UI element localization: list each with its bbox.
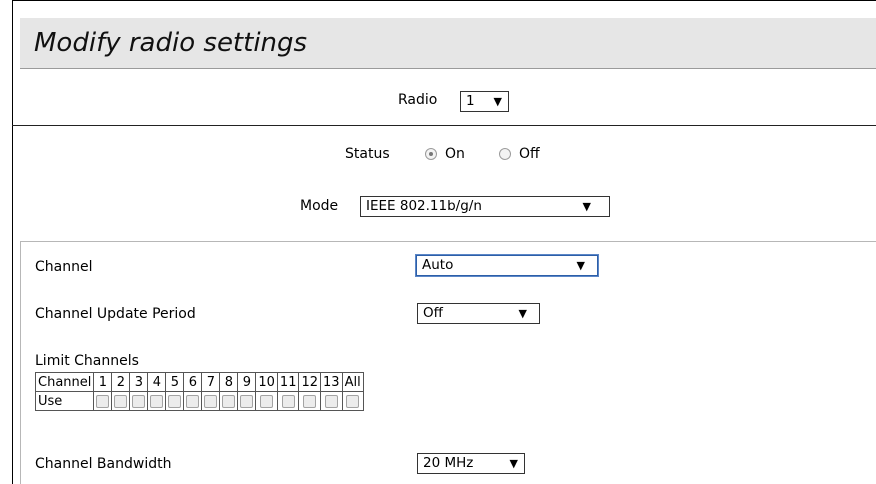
bandwidth-label: Channel Bandwidth [35, 456, 172, 472]
mode-label: Mode [300, 198, 339, 214]
status-off-radio[interactable] [499, 148, 511, 160]
channel-2-checkbox[interactable] [114, 394, 128, 408]
title-bar: Modify radio settings [20, 18, 876, 69]
dropdown-arrow-icon: ▼ [509, 457, 518, 470]
channel-number: 5 [165, 372, 185, 392]
channel-5-checkbox[interactable] [168, 394, 182, 408]
dropdown-arrow-icon: ▼ [576, 259, 585, 272]
channel-label: Channel [35, 259, 93, 275]
dropdown-arrow-icon: ▼ [493, 95, 502, 108]
channel-number: 10 [255, 372, 278, 392]
mode-select-value: IEEE 802.11b/g/n [366, 198, 482, 214]
dropdown-arrow-icon: ▼ [582, 200, 591, 213]
mode-select[interactable]: IEEE 802.11b/g/n ▼ [360, 196, 610, 217]
panel-border-top [20, 241, 876, 242]
channel-1-checkbox[interactable] [96, 394, 110, 408]
channel-3-checkbox[interactable] [132, 394, 146, 408]
channel-number: 8 [219, 372, 239, 392]
channel-number: 7 [201, 372, 221, 392]
table-row: Use [34, 391, 364, 411]
channel-number: 9 [237, 372, 257, 392]
radio-select[interactable]: 1 ▼ [460, 91, 509, 112]
channel-select-value: Auto [422, 257, 454, 273]
channel-update-select-value: Off [423, 305, 443, 321]
channel-select[interactable]: Auto ▼ [416, 255, 598, 276]
page-title: Modify radio settings [34, 28, 308, 58]
limit-channels-table: Channel 1 2 3 4 5 6 7 8 9 10 11 12 13 Al… [34, 372, 364, 411]
status-off-label: Off [519, 146, 540, 162]
channel-9-checkbox[interactable] [240, 394, 254, 408]
channel-update-select[interactable]: Off ▼ [417, 303, 540, 324]
channel-all-checkbox[interactable] [346, 394, 360, 408]
frame-border-left [12, 0, 13, 484]
channel-number: 12 [298, 372, 322, 392]
panel-border-left [20, 241, 21, 484]
channel-11-checkbox[interactable] [281, 394, 295, 408]
channel-number: 4 [147, 372, 167, 392]
channel-number: 13 [320, 372, 343, 392]
channel-number: 1 [93, 372, 113, 392]
section-divider [12, 125, 876, 126]
use-row-header: Use [34, 391, 95, 411]
dropdown-arrow-icon: ▼ [518, 307, 527, 320]
channel-8-checkbox[interactable] [222, 394, 236, 408]
channel-13-checkbox[interactable] [324, 394, 338, 408]
channel-number: 2 [111, 372, 131, 392]
status-on-label: On [445, 146, 465, 162]
channel-4-checkbox[interactable] [150, 394, 164, 408]
channel-12-checkbox[interactable] [303, 394, 317, 408]
channel-number: 6 [183, 372, 203, 392]
channel-row-header: Channel [34, 372, 95, 392]
channel-all: All [341, 372, 364, 392]
bandwidth-select[interactable]: 20 MHz ▼ [417, 453, 525, 474]
channel-update-label: Channel Update Period [35, 306, 196, 322]
channel-number: 3 [129, 372, 149, 392]
radio-select-value: 1 [466, 93, 475, 109]
channel-7-checkbox[interactable] [204, 394, 218, 408]
channel-6-checkbox[interactable] [186, 394, 200, 408]
channel-number: 11 [276, 372, 300, 392]
frame-border-top [12, 0, 876, 1]
table-row: Channel 1 2 3 4 5 6 7 8 9 10 11 12 13 Al… [34, 372, 364, 392]
limit-channels-label: Limit Channels [35, 353, 139, 369]
radio-label: Radio [398, 92, 438, 108]
status-label: Status [345, 146, 390, 162]
channel-10-checkbox[interactable] [260, 394, 274, 408]
status-on-radio[interactable] [425, 148, 437, 160]
bandwidth-select-value: 20 MHz [423, 455, 474, 471]
